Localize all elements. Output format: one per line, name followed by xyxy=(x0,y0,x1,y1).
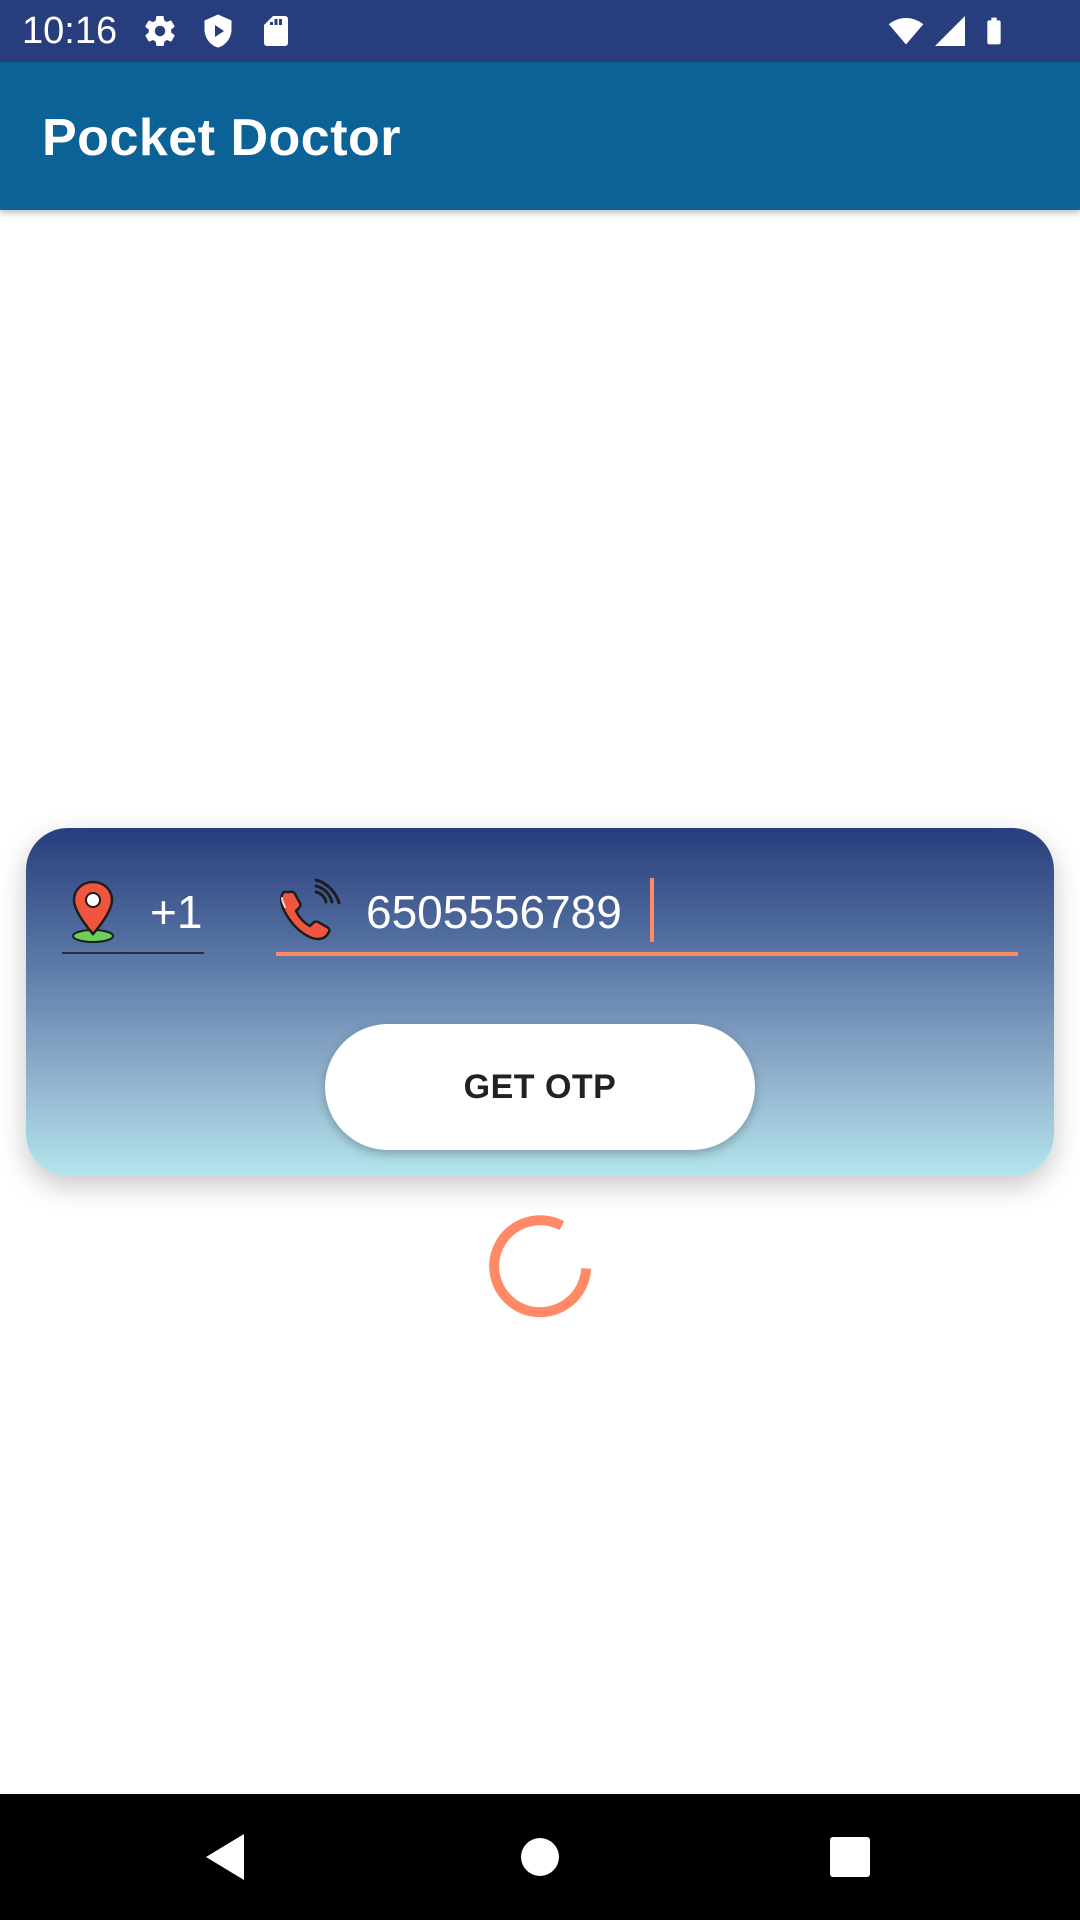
phone-number-input[interactable] xyxy=(366,882,1006,942)
sd-card-icon xyxy=(264,16,288,46)
status-time: 10:16 xyxy=(22,10,118,52)
loading-spinner-icon xyxy=(489,1215,592,1318)
app-bar: Pocket Doctor xyxy=(0,62,1080,210)
cellular-signal-icon xyxy=(935,16,965,46)
gear-icon xyxy=(145,15,175,47)
home-icon[interactable] xyxy=(507,1824,573,1890)
get-otp-button[interactable]: GET OTP xyxy=(325,1024,755,1150)
navigation-bar xyxy=(0,1794,1080,1920)
status-bar: 10:16 xyxy=(0,0,1080,62)
phone-call-icon xyxy=(280,878,341,941)
back-icon[interactable] xyxy=(192,1824,258,1890)
overview-icon[interactable] xyxy=(817,1824,883,1890)
country-code-field[interactable]: +1 xyxy=(62,878,204,954)
phone-field[interactable] xyxy=(276,878,1018,956)
login-card: +1 GET OTP xyxy=(26,828,1054,1176)
battery-icon xyxy=(987,17,1001,45)
text-cursor xyxy=(650,878,654,942)
country-code: +1 xyxy=(150,886,203,938)
shield-icon xyxy=(204,14,232,48)
app-title: Pocket Doctor xyxy=(42,109,402,167)
location-pin-icon xyxy=(72,880,114,943)
wifi-icon xyxy=(888,17,924,45)
